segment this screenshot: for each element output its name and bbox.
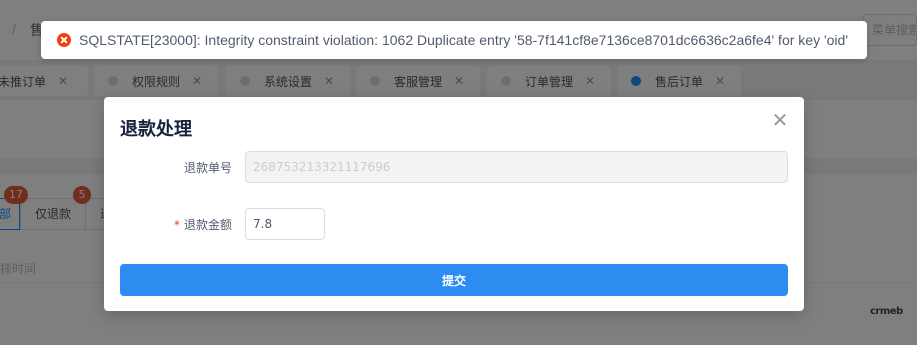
- refund-amount-field[interactable]: [245, 208, 325, 240]
- refund-amount-label: * 退款金额: [104, 216, 232, 233]
- refund-dialog: 退款处理 ✕ 退款单号 *退款金额 提交: [104, 97, 804, 311]
- brand-logo: crmeb: [870, 306, 903, 317]
- error-toast: SQLSTATE[23000]: Integrity constraint vi…: [41, 21, 867, 59]
- refund-number-label: 退款单号: [104, 159, 232, 176]
- error-icon: [57, 33, 71, 47]
- close-icon[interactable]: ✕: [770, 110, 790, 131]
- submit-button[interactable]: 提交: [120, 264, 788, 296]
- dialog-title: 退款处理: [120, 119, 192, 140]
- toast-message: SQLSTATE[23000]: Integrity constraint vi…: [79, 32, 848, 48]
- label-text: 退款金额: [183, 218, 232, 232]
- refund-number-field[interactable]: [245, 151, 788, 183]
- label-text: 退款单号: [183, 161, 232, 175]
- required-mark: *: [173, 218, 180, 232]
